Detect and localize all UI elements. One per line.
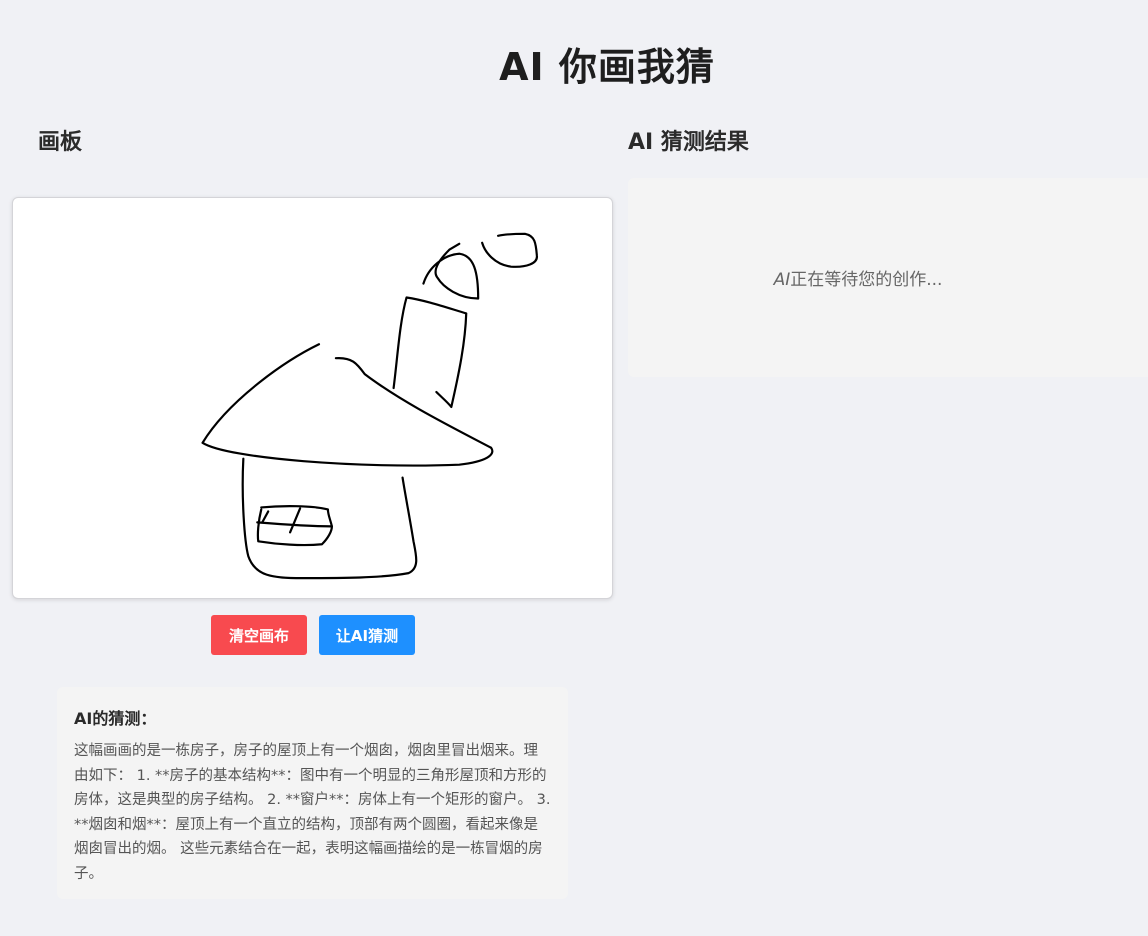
drawing-stroke (422, 242, 480, 300)
page-title: AI 你画我猜 (499, 45, 715, 89)
drawing-stroke (261, 510, 270, 524)
guess-result-card: AI的猜测： 这幅画画的是一栋房子，房子的屋顶上有一个烟囱，烟囱里冒出烟来。理由… (57, 687, 568, 899)
clear-canvas-button[interactable]: 清空画布 (211, 615, 307, 655)
drawing-stroke (481, 232, 538, 268)
canvas-heading: 画板 (38, 130, 83, 155)
result-text: 这幅画画的是一栋房子，房子的屋顶上有一个烟囱，烟囱里冒出烟来。理由如下： 1. … (74, 743, 551, 882)
guess-button[interactable]: 让AI猜测 (319, 615, 415, 655)
result-heading: AI 猜测结果 (628, 130, 749, 155)
drawing-stroke (392, 296, 468, 409)
drawing-canvas[interactable] (12, 197, 613, 599)
drawing-stroke (289, 507, 302, 534)
result-title: AI的猜测： (74, 709, 157, 728)
canvas-drawing[interactable] (13, 198, 612, 598)
waiting-prefix: AI (773, 270, 791, 290)
waiting-message: 正在等待您的创作... (790, 270, 943, 290)
waiting-panel: AI正在等待您的创作... (628, 178, 1148, 377)
waiting-text: AI正在等待您的创作... (774, 265, 943, 290)
